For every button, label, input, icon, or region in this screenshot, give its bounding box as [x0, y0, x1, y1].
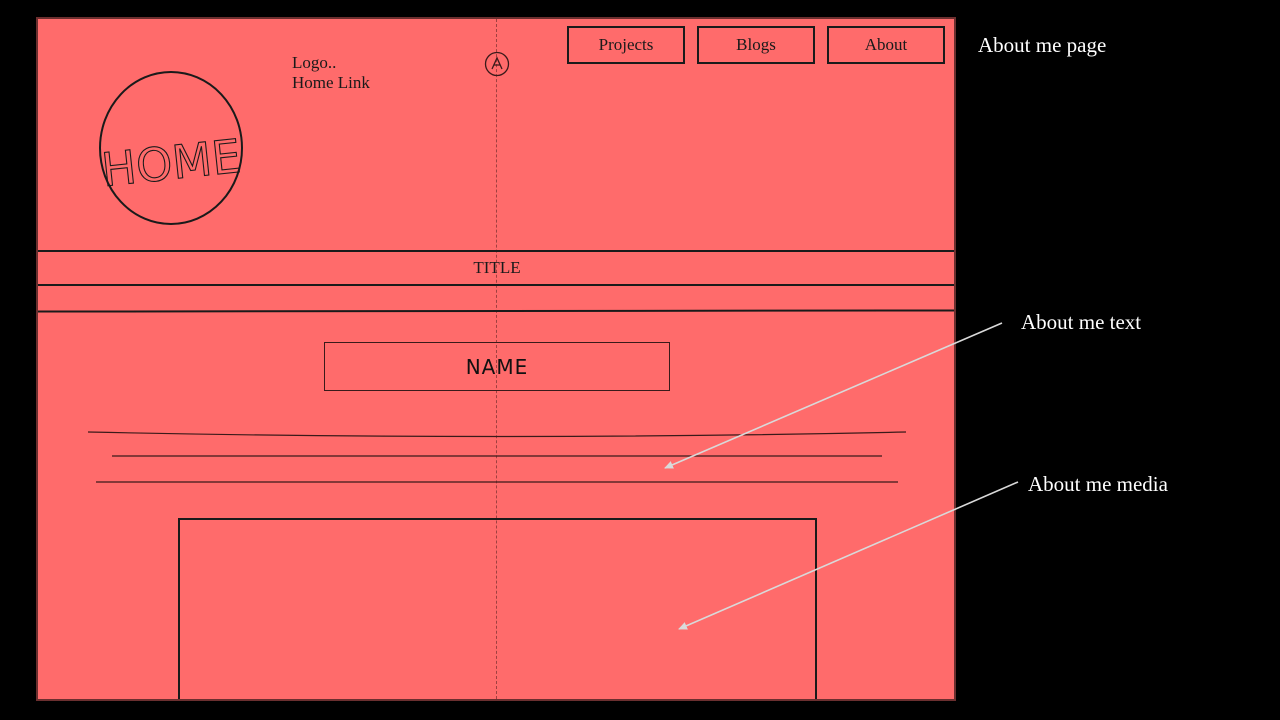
home-circle-button[interactable]: HOME — [98, 71, 244, 227]
nav-about-button[interactable]: About — [827, 26, 945, 64]
about-text-placeholder-lines — [87, 431, 907, 483]
circle-a-icon — [484, 51, 510, 77]
title-label: TITLE — [473, 258, 521, 277]
logo-home-link[interactable]: Logo.. Home Link — [292, 53, 370, 93]
wireframe-canvas: Logo.. Home Link Projects Blogs About HO… — [36, 17, 956, 701]
name-box: NAME — [324, 342, 670, 391]
about-media-box — [178, 518, 817, 699]
logo-text: Logo.. — [292, 53, 337, 72]
nav-blogs-button[interactable]: Blogs — [697, 26, 815, 64]
text-line-1 — [87, 431, 907, 438]
annotation-text-label: About me text — [1021, 310, 1142, 334]
title-bar: TITLE — [38, 250, 954, 286]
nav-projects-button[interactable]: Projects — [567, 26, 685, 64]
home-circle-label: HOME — [99, 129, 243, 197]
home-link-text: Home Link — [292, 73, 370, 92]
annotation-page-label: About me page — [978, 33, 1107, 57]
name-label: NAME — [465, 354, 529, 379]
annotation-media-label: About me media — [1028, 472, 1168, 496]
